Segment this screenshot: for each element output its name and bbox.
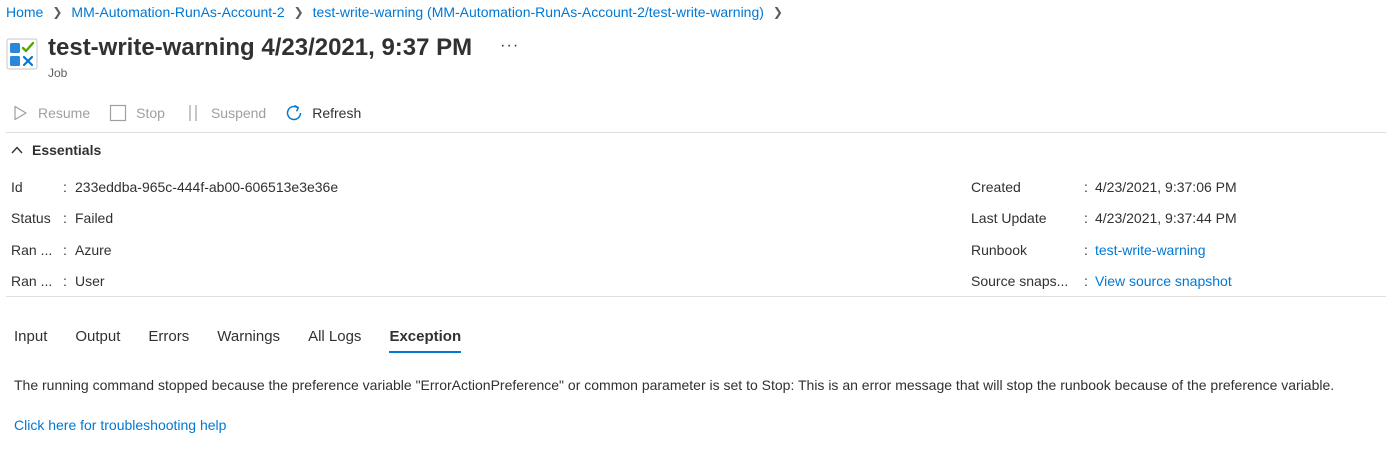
stop-button[interactable]: Stop bbox=[108, 103, 165, 123]
toolbar-divider bbox=[6, 132, 1386, 133]
refresh-button[interactable]: Refresh bbox=[284, 103, 361, 123]
essentials-colon: : bbox=[1084, 210, 1088, 226]
refresh-label: Refresh bbox=[312, 105, 362, 121]
essentials-label-status: Status bbox=[11, 210, 51, 226]
refresh-icon bbox=[284, 103, 304, 123]
essentials-row-ran-by: Ran ... : User bbox=[11, 269, 105, 293]
job-id-value: 233eddba-965c-444f-ab00-606513e3e36e bbox=[75, 179, 339, 195]
essentials-colon: : bbox=[1084, 242, 1088, 258]
essentials-label-last-update: Last Update bbox=[971, 210, 1047, 226]
created-value: 4/23/2021, 9:37:06 PM bbox=[1095, 179, 1237, 195]
view-source-snapshot-link[interactable]: View source snapshot bbox=[1095, 273, 1232, 289]
essentials-label-ran-by: Ran ... bbox=[11, 273, 53, 289]
chevron-right-icon: ❯ bbox=[52, 5, 63, 19]
pause-icon bbox=[183, 103, 203, 123]
resume-button[interactable]: Resume bbox=[10, 103, 90, 123]
essentials-row-status: Status : Failed bbox=[11, 206, 113, 230]
breadcrumb-home[interactable]: Home bbox=[6, 4, 43, 20]
troubleshooting-help-link[interactable]: Click here for troubleshooting help bbox=[14, 417, 226, 433]
more-options-button[interactable]: ··· bbox=[500, 38, 519, 54]
essentials-toggle[interactable]: Essentials bbox=[10, 142, 101, 158]
essentials-colon: : bbox=[63, 179, 67, 195]
breadcrumb: Home ❯ MM-Automation-RunAs-Account-2 ❯ t… bbox=[6, 2, 792, 22]
tab-all-logs[interactable]: All Logs bbox=[308, 328, 361, 351]
essentials-divider bbox=[6, 296, 1386, 297]
tab-errors[interactable]: Errors bbox=[148, 328, 189, 351]
essentials-row-id: Id : 233eddba-965c-444f-ab00-606513e3e36… bbox=[11, 175, 338, 199]
resume-label: Resume bbox=[38, 105, 91, 121]
essentials-row-runbook: Runbook : test-write-warning bbox=[971, 238, 1205, 262]
essentials-colon: : bbox=[1084, 179, 1088, 195]
title-row: test-write-warning 4/23/2021, 9:37 PM ··… bbox=[48, 34, 519, 62]
essentials-label-ran-on: Ran ... bbox=[11, 242, 53, 258]
essentials-colon: : bbox=[63, 273, 67, 289]
essentials-row-last-update: Last Update : 4/23/2021, 9:37:44 PM bbox=[971, 206, 1237, 230]
exception-message: The running command stopped because the … bbox=[14, 377, 1335, 393]
play-icon bbox=[10, 103, 30, 123]
last-update-value: 4/23/2021, 9:37:44 PM bbox=[1095, 210, 1237, 226]
stop-icon bbox=[108, 103, 128, 123]
essentials-row-ran-on: Ran ... : Azure bbox=[11, 238, 112, 262]
essentials-label-created: Created bbox=[971, 179, 1021, 195]
essentials-colon: : bbox=[63, 210, 67, 226]
tab-output[interactable]: Output bbox=[75, 328, 120, 351]
chevron-up-icon bbox=[11, 146, 23, 154]
tab-warnings[interactable]: Warnings bbox=[217, 328, 280, 351]
page-title: test-write-warning 4/23/2021, 9:37 PM bbox=[48, 34, 473, 61]
stop-label: Stop bbox=[136, 105, 165, 121]
command-bar: Resume Stop Suspend Refresh bbox=[10, 102, 379, 124]
essentials-label-source-snapshot: Source snaps... bbox=[971, 273, 1069, 289]
automation-job-icon bbox=[6, 38, 38, 70]
tab-exception[interactable]: Exception bbox=[389, 328, 461, 353]
suspend-button[interactable]: Suspend bbox=[183, 103, 266, 123]
chevron-right-icon: ❯ bbox=[293, 5, 304, 19]
ran-on-value: Azure bbox=[75, 242, 112, 258]
breadcrumb-runbook[interactable]: test-write-warning (MM-Automation-RunAs-… bbox=[313, 4, 764, 20]
essentials-row-source-snapshot: Source snaps... : View source snapshot bbox=[971, 269, 1232, 293]
page-subtitle: Job bbox=[48, 66, 68, 80]
page-header: test-write-warning 4/23/2021, 9:37 PM ··… bbox=[6, 34, 519, 80]
essentials-row-created: Created : 4/23/2021, 9:37:06 PM bbox=[971, 175, 1237, 199]
ran-by-value: User bbox=[75, 273, 105, 289]
breadcrumb-automation-account[interactable]: MM-Automation-RunAs-Account-2 bbox=[71, 4, 284, 20]
runbook-link[interactable]: test-write-warning bbox=[1095, 242, 1205, 258]
essentials-colon: : bbox=[1084, 273, 1088, 289]
tab-input[interactable]: Input bbox=[14, 328, 47, 351]
essentials-label: Essentials bbox=[32, 142, 102, 158]
output-tabs: Input Output Errors Warnings All Logs Ex… bbox=[14, 328, 489, 356]
chevron-right-icon: ❯ bbox=[772, 5, 783, 19]
essentials-colon: : bbox=[63, 242, 67, 258]
status-value: Failed bbox=[75, 210, 114, 226]
suspend-label: Suspend bbox=[210, 105, 267, 121]
essentials-label-runbook: Runbook bbox=[971, 242, 1028, 258]
title-block: test-write-warning 4/23/2021, 9:37 PM ··… bbox=[48, 34, 519, 80]
essentials-label-id: Id bbox=[11, 179, 23, 195]
